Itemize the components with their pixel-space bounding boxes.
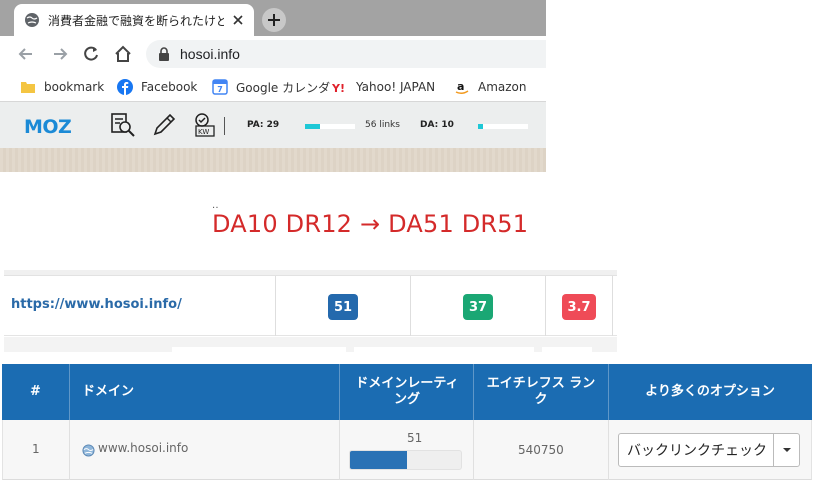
google-calendar-icon: 7 (212, 79, 228, 95)
page-authority-bar-fill (305, 124, 320, 129)
caret-down-icon (782, 448, 791, 452)
strip-segment (354, 347, 534, 352)
address-bar[interactable]: hosoi.info (146, 40, 546, 68)
comparison-headline: .. DA10 DR12 → DA51 DR51 (212, 200, 529, 238)
domain-rating-bar (349, 450, 462, 470)
svg-text:MOZ: MOZ (24, 116, 71, 136)
home-icon[interactable] (113, 44, 133, 64)
svg-text:KW: KW (198, 128, 209, 136)
option-select-value: バックリンクチェック (627, 443, 767, 459)
score-badge-red: 3.7 (562, 294, 596, 320)
domain-rating-bar-fill (350, 451, 407, 469)
headline-dots: .. (212, 200, 219, 211)
bookmarks-bar: bookmark Facebook 7 Google カレンダ Y! Yahoo… (0, 72, 546, 102)
row-index: 1 (32, 442, 40, 456)
svg-text:7: 7 (217, 85, 223, 94)
bookmark-item-amazon[interactable]: a Amazon (454, 78, 527, 96)
headline-text: DA10 DR12 → DA51 DR51 (212, 210, 529, 238)
bookmark-label: Amazon (478, 80, 527, 94)
score-badge-green: 37 (463, 294, 493, 320)
bookmark-item-bookmark[interactable]: bookmark (20, 78, 104, 96)
mozbar-divider (224, 117, 225, 135)
page-authority-label: PA: 29 (247, 120, 280, 130)
forward-icon[interactable] (50, 44, 70, 64)
cell-divider (612, 276, 613, 336)
bookmark-item-google-calendar[interactable]: 7 Google カレンダ (212, 78, 330, 96)
new-tab-button[interactable] (262, 8, 286, 32)
plus-icon (268, 14, 280, 26)
metrics-bottom-strip (4, 337, 617, 352)
browser-toolbar: hosoi.info (0, 36, 546, 72)
column-header-ahrefs-rank: エイチレフス ランク (486, 376, 596, 407)
domain-authority-bar (478, 124, 528, 129)
domain-authority-label: DA: 10 (420, 120, 454, 130)
column-header-options: より多くのオプション (645, 384, 775, 399)
dropdown-toggle[interactable] (773, 434, 799, 466)
browser-tab[interactable]: 消費者金融で融資を断られたけど、ヽ (14, 4, 254, 36)
page-content-strip (0, 148, 546, 172)
header-divider (339, 364, 340, 420)
row-domain-rating-value: 51 (407, 431, 423, 445)
tab-title: 消費者金融で融資を断られたけど、ヽ (48, 13, 224, 28)
strip-segment (542, 347, 592, 352)
header-divider (69, 364, 70, 420)
score-badge-blue: 51 (328, 294, 358, 320)
cell-divider (410, 276, 411, 336)
header-divider (473, 364, 474, 420)
svg-text:Y!: Y! (332, 82, 345, 95)
globe-icon (82, 444, 95, 457)
links-count: 56 links (365, 120, 400, 130)
close-icon[interactable] (230, 12, 246, 28)
row-divider (473, 420, 474, 480)
row-divider (608, 420, 609, 480)
svg-text:a: a (457, 80, 464, 93)
cell-divider (275, 276, 276, 336)
row-domain: www.hosoi.info (98, 441, 189, 455)
column-header-domain: ドメイン (82, 384, 135, 399)
domain-authority-bar-fill (478, 124, 483, 129)
bookmark-item-yahoo[interactable]: Y! Yahoo! JAPAN (332, 78, 435, 96)
bookmark-label: Yahoo! JAPAN (356, 80, 436, 94)
keyword-check-icon[interactable]: KW (192, 112, 218, 138)
strip-segment (172, 347, 346, 352)
option-select[interactable]: バックリンクチェック (618, 433, 800, 467)
folder-icon (21, 82, 35, 93)
globe-icon (25, 13, 39, 27)
row-ahrefs-rank: 540750 (518, 443, 564, 457)
bookmark-label: Google カレンダ (236, 80, 331, 95)
moz-logo: MOZ (24, 116, 72, 136)
bookmark-label: bookmark (44, 80, 105, 94)
column-header-domain-rating: ドメインレーティング (355, 376, 459, 407)
back-icon[interactable] (16, 44, 36, 64)
url-text: hosoi.info (180, 46, 240, 62)
row-divider (69, 420, 70, 480)
metrics-panel: https://www.hosoi.info/ 51 37 3.7 (4, 270, 617, 352)
page-authority-bar (305, 124, 355, 129)
row-divider (339, 420, 340, 480)
facebook-icon (117, 79, 133, 95)
page-analysis-icon[interactable] (110, 112, 136, 138)
reload-icon[interactable] (81, 44, 101, 64)
amazon-icon: a (455, 80, 469, 95)
column-header-index: # (30, 384, 41, 399)
lock-icon (159, 47, 169, 61)
yahoo-icon: Y! (332, 82, 345, 95)
bookmark-label: Facebook (141, 80, 198, 94)
site-url-link[interactable]: https://www.hosoi.info/ (11, 297, 182, 312)
browser-window: 消費者金融で融資を断られたけど、ヽ (0, 0, 546, 172)
tab-strip: 消費者金融で融資を断られたけど、ヽ (0, 0, 546, 36)
pencil-icon[interactable] (151, 112, 177, 138)
mozbar: MOZ KW PA: 29 56 links DA: 10 (0, 102, 546, 148)
bookmark-item-facebook[interactable]: Facebook (117, 78, 197, 96)
cell-divider (545, 276, 546, 336)
